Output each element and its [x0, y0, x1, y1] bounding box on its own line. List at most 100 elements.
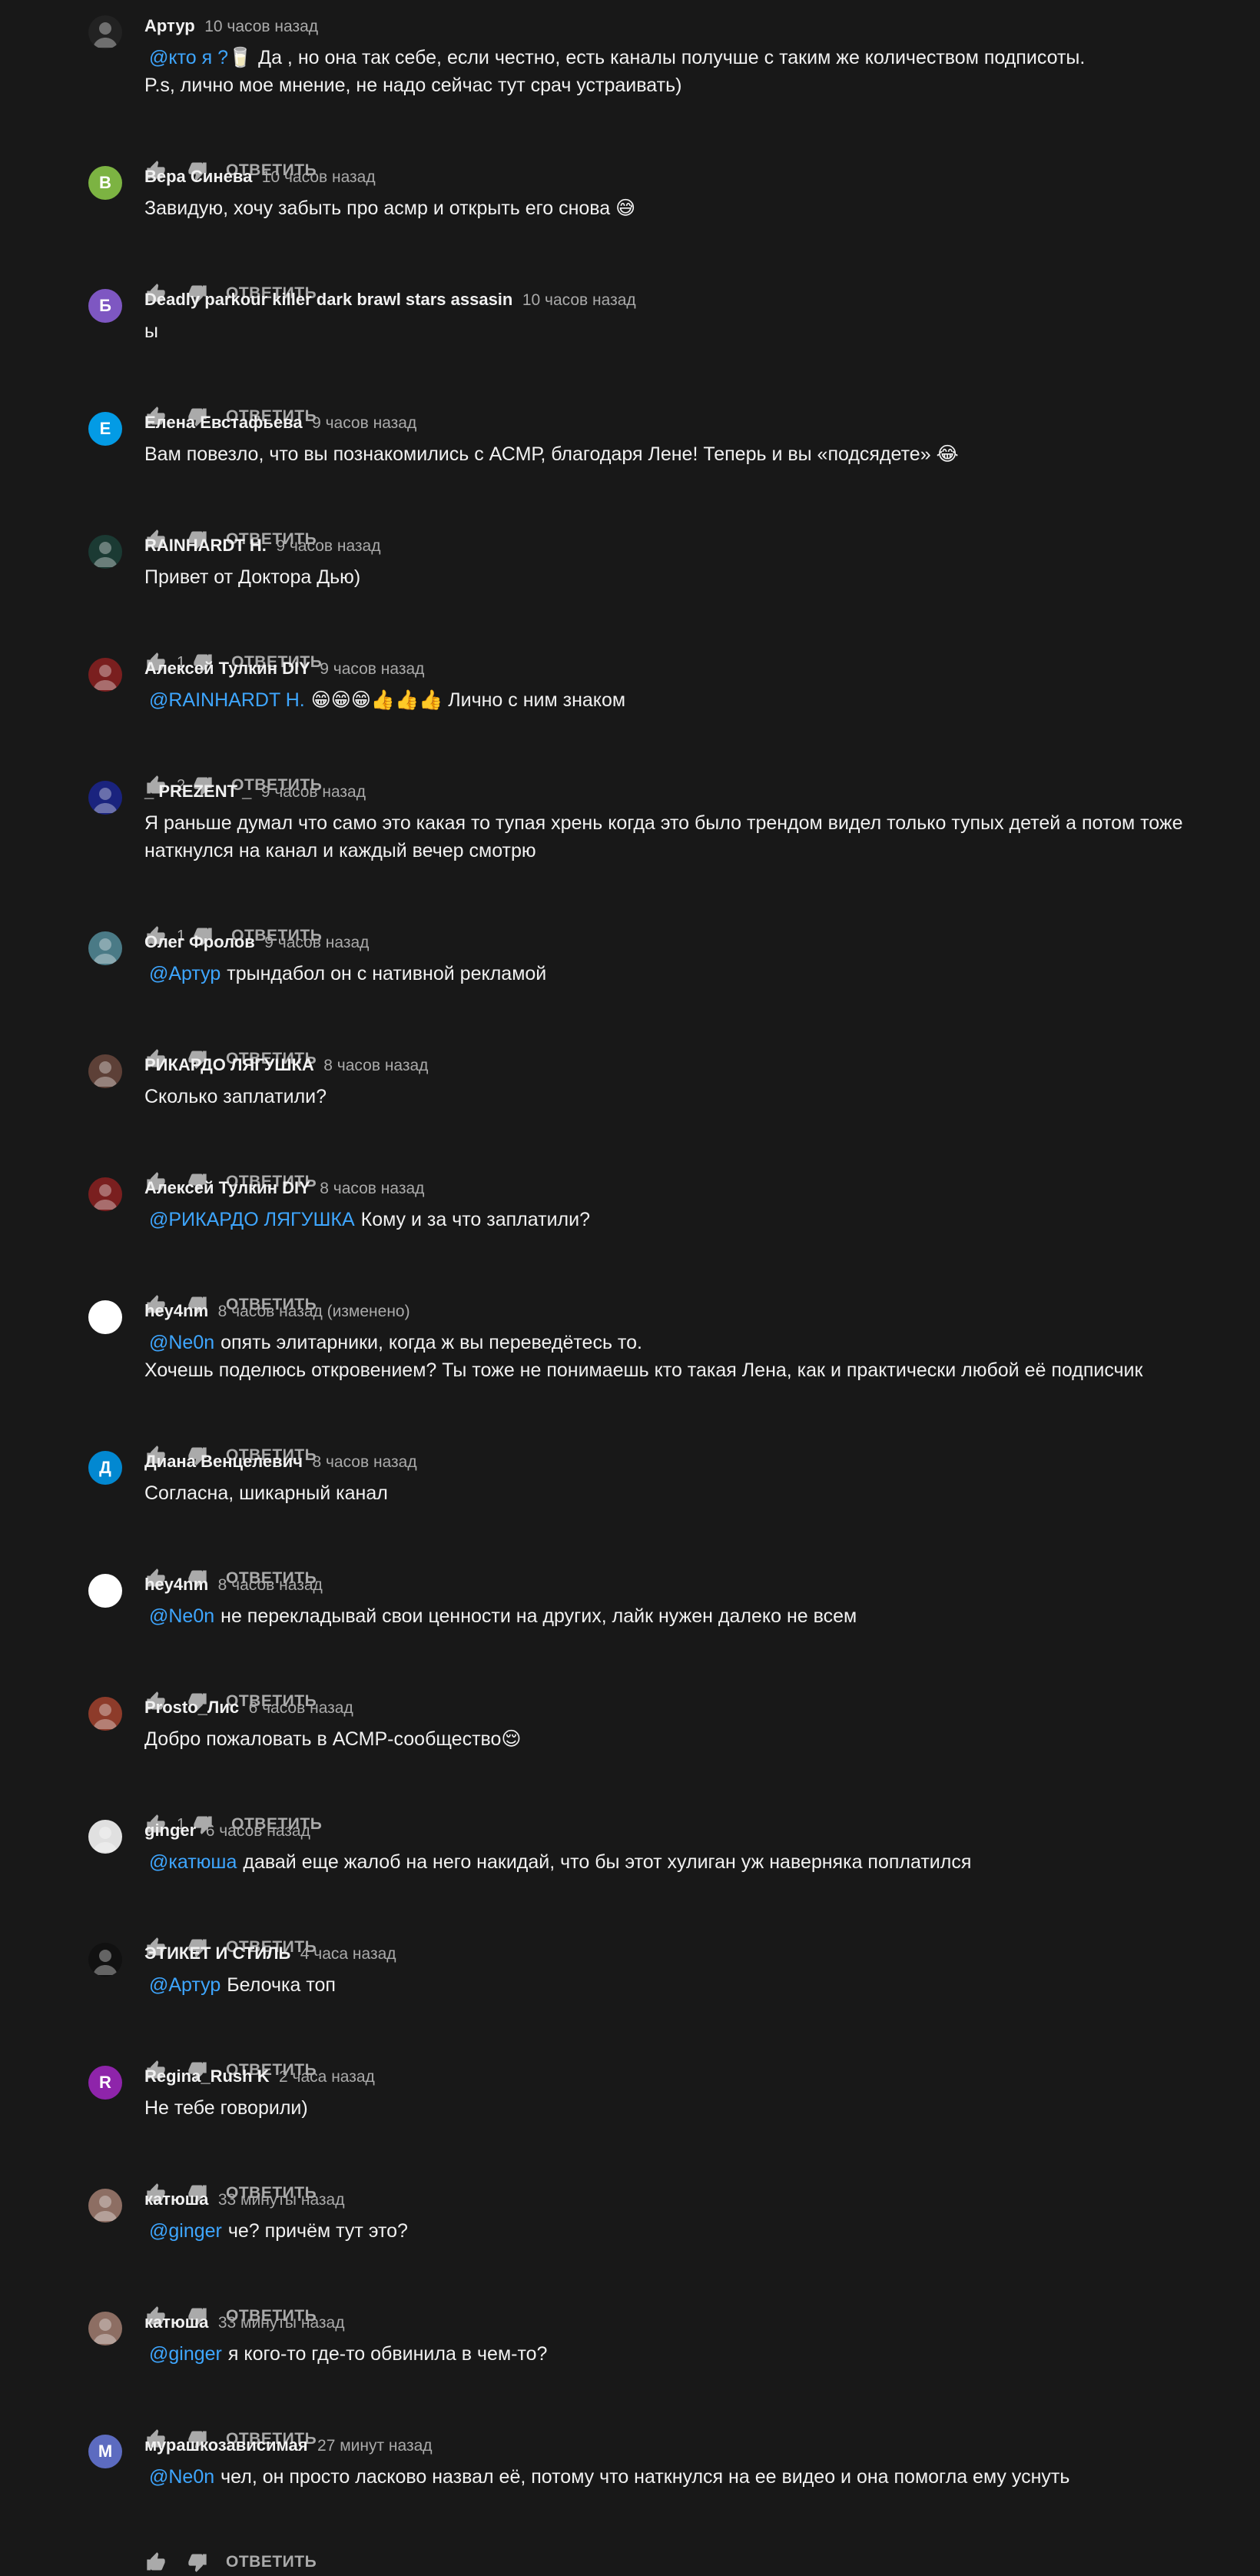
author-name[interactable]: катюша: [144, 2189, 208, 2209]
avatar-letter[interactable]: М: [88, 2435, 122, 2468]
author-name[interactable]: Диана Венцелевич: [144, 1452, 303, 1471]
author-name[interactable]: катюша: [144, 2312, 208, 2332]
comment-line-text: Хочешь поделюсь откровением? Ты тоже не …: [144, 1359, 1143, 1381]
avatar-letter[interactable]: Д: [88, 1451, 122, 1485]
mention-link[interactable]: @ginger: [149, 2220, 222, 2242]
avatar-letter[interactable]: Б: [88, 289, 122, 323]
comment-timestamp[interactable]: 6 часов назад: [206, 1822, 310, 1840]
like-button[interactable]: [144, 2551, 167, 2574]
author-name[interactable]: _ PREZENT _: [144, 782, 251, 801]
author-name[interactable]: Вера Синева: [144, 167, 252, 186]
mention-link[interactable]: @Артур: [149, 963, 220, 984]
avatar-image[interactable]: [88, 1943, 122, 1977]
avatar-letter[interactable]: Е: [88, 412, 122, 446]
user-photo-icon: [93, 2196, 118, 2221]
mention-link[interactable]: @Ne0n: [149, 2466, 214, 2488]
comment-header: Елена Евстафьева 9 часов назад: [144, 412, 416, 436]
avatar-image[interactable]: [88, 781, 122, 815]
comment-line: Добро пожаловать в АСМР-сообщество😌: [144, 1725, 1235, 1753]
comment-timestamp[interactable]: 9 часов назад: [276, 537, 380, 555]
dislike-button[interactable]: [186, 2551, 209, 2574]
comment-text: Сколько заплатили?: [144, 1083, 1235, 1110]
mention-link[interactable]: @катюша: [149, 1851, 237, 1873]
comment-timestamp[interactable]: 2 часа назад: [279, 2068, 375, 2086]
comment-timestamp[interactable]: 33 минуты назад: [218, 2314, 345, 2332]
comment-text: @Артур Белочка топ: [144, 1971, 1235, 1999]
comment-line-text: наткнулся на канал и каждый вечер смотрю: [144, 840, 536, 861]
avatar-letter[interactable]: В: [88, 166, 122, 200]
comment-timestamp[interactable]: 8 часов назад (изменено): [218, 1303, 410, 1320]
user-photo-icon: [93, 1950, 118, 1975]
comment-text: Согласна, шикарный канал: [144, 1479, 1235, 1507]
author-name[interactable]: мурашкозависимая: [144, 2435, 308, 2455]
user-photo-icon: [93, 1827, 118, 1852]
comment-line: Вам повезло, что вы познакомились с АСМР…: [144, 440, 1235, 468]
avatar-image[interactable]: [88, 1820, 122, 1854]
avatar-image[interactable]: [88, 1300, 122, 1334]
comment-header: Олег Фролов 9 часов назад: [144, 931, 369, 955]
comment-header: hey4nm 8 часов назад (изменено): [144, 1300, 410, 1324]
comment-line: Привет от Доктора Дью): [144, 563, 1235, 591]
comment-timestamp[interactable]: 9 часов назад: [320, 660, 424, 678]
mention-link[interactable]: @Ne0n: [149, 1332, 214, 1353]
comment-timestamp[interactable]: 27 минут назад: [317, 2437, 433, 2455]
avatar-image[interactable]: [88, 1574, 122, 1608]
reply-button[interactable]: ОТВЕТИТЬ: [226, 2553, 317, 2571]
avatar-image[interactable]: [88, 2312, 122, 2345]
user-photo-icon: [93, 788, 118, 813]
author-name[interactable]: hey4nm: [144, 1301, 208, 1320]
avatar-image[interactable]: [88, 1697, 122, 1731]
comment-timestamp[interactable]: 8 часов назад: [320, 1180, 424, 1197]
comment-timestamp[interactable]: 8 часов назад: [323, 1057, 428, 1074]
author-name[interactable]: Алексей Тулкин DIY: [144, 659, 310, 678]
comment-line: @кто я ?🥛 Да , но она так себе, если чест…: [144, 44, 1235, 71]
comment-timestamp[interactable]: 8 часов назад: [312, 1453, 416, 1471]
comment-timestamp[interactable]: 33 минуты назад: [218, 2191, 345, 2209]
avatar-image[interactable]: [88, 931, 122, 965]
author-name[interactable]: Deadly parkour killer dark brawl stars a…: [144, 290, 512, 309]
mention-link[interactable]: @ginger: [149, 2343, 222, 2365]
avatar-image[interactable]: [88, 15, 122, 49]
author-name[interactable]: Regina_Rush K: [144, 2066, 270, 2086]
mention-link[interactable]: @Артур: [149, 1974, 220, 1996]
comment-line-text: Белочка топ: [227, 1974, 336, 1996]
author-name[interactable]: hey4nm: [144, 1575, 208, 1594]
comment-line: Согласна, шикарный канал: [144, 1479, 1235, 1507]
author-name[interactable]: ginger: [144, 1821, 196, 1840]
author-name[interactable]: ЭТИКЕТ И СТИЛЬ: [144, 1944, 290, 1963]
author-name[interactable]: РИКАРДО ЛЯГУШКА: [144, 1055, 314, 1074]
comment-timestamp[interactable]: 9 часов назад: [261, 783, 366, 801]
mention-link[interactable]: @RAINHARDT H.: [149, 689, 305, 711]
author-name[interactable]: Артур: [144, 16, 195, 35]
comment-line-text: опять элитарники, когда ж вы переведётес…: [220, 1332, 642, 1353]
comment-line-text: Вам повезло, что вы познакомились с АСМР…: [144, 443, 959, 465]
author-name[interactable]: Елена Евстафьева: [144, 413, 303, 432]
comment-line-text: Согласна, шикарный канал: [144, 1482, 388, 1504]
comment-timestamp[interactable]: 10 часов назад: [204, 18, 318, 35]
author-name[interactable]: RAINHARDT H.: [144, 536, 267, 555]
mention-link[interactable]: @Ne0n: [149, 1605, 214, 1627]
author-name[interactable]: Алексей Тулкин DIY: [144, 1178, 310, 1197]
comment-timestamp[interactable]: 10 часов назад: [522, 291, 636, 309]
avatar-image[interactable]: [88, 2189, 122, 2222]
mention-link[interactable]: @кто я ?🥛: [149, 47, 252, 68]
mention-link[interactable]: @РИКАРДО ЛЯГУШКА: [149, 1209, 355, 1230]
comment-timestamp[interactable]: 9 часов назад: [264, 934, 369, 951]
avatar-image[interactable]: [88, 658, 122, 692]
comment-header: ginger 6 часов назад: [144, 1820, 310, 1844]
author-name[interactable]: Prosto_Лис: [144, 1698, 239, 1717]
avatar-initial: М: [98, 2442, 113, 2461]
comment-text: Привет от Доктора Дью): [144, 563, 1235, 591]
avatar-letter[interactable]: R: [88, 2066, 122, 2100]
avatar-image[interactable]: [88, 1177, 122, 1211]
comment-line: @ginger че? причём тут это?: [144, 2217, 1235, 2245]
comment-timestamp[interactable]: 9 часов назад: [312, 414, 416, 432]
comment-header: _ PREZENT _ 9 часов назад: [144, 781, 366, 805]
comment-timestamp[interactable]: 4 часа назад: [300, 1945, 396, 1963]
avatar-image[interactable]: [88, 1054, 122, 1088]
avatar-image[interactable]: [88, 535, 122, 569]
comment-timestamp[interactable]: 8 часов назад: [218, 1576, 323, 1594]
comment-timestamp[interactable]: 6 часов назад: [249, 1699, 353, 1717]
author-name[interactable]: Олег Фролов: [144, 932, 255, 951]
comment-timestamp[interactable]: 10 часов назад: [262, 168, 376, 186]
